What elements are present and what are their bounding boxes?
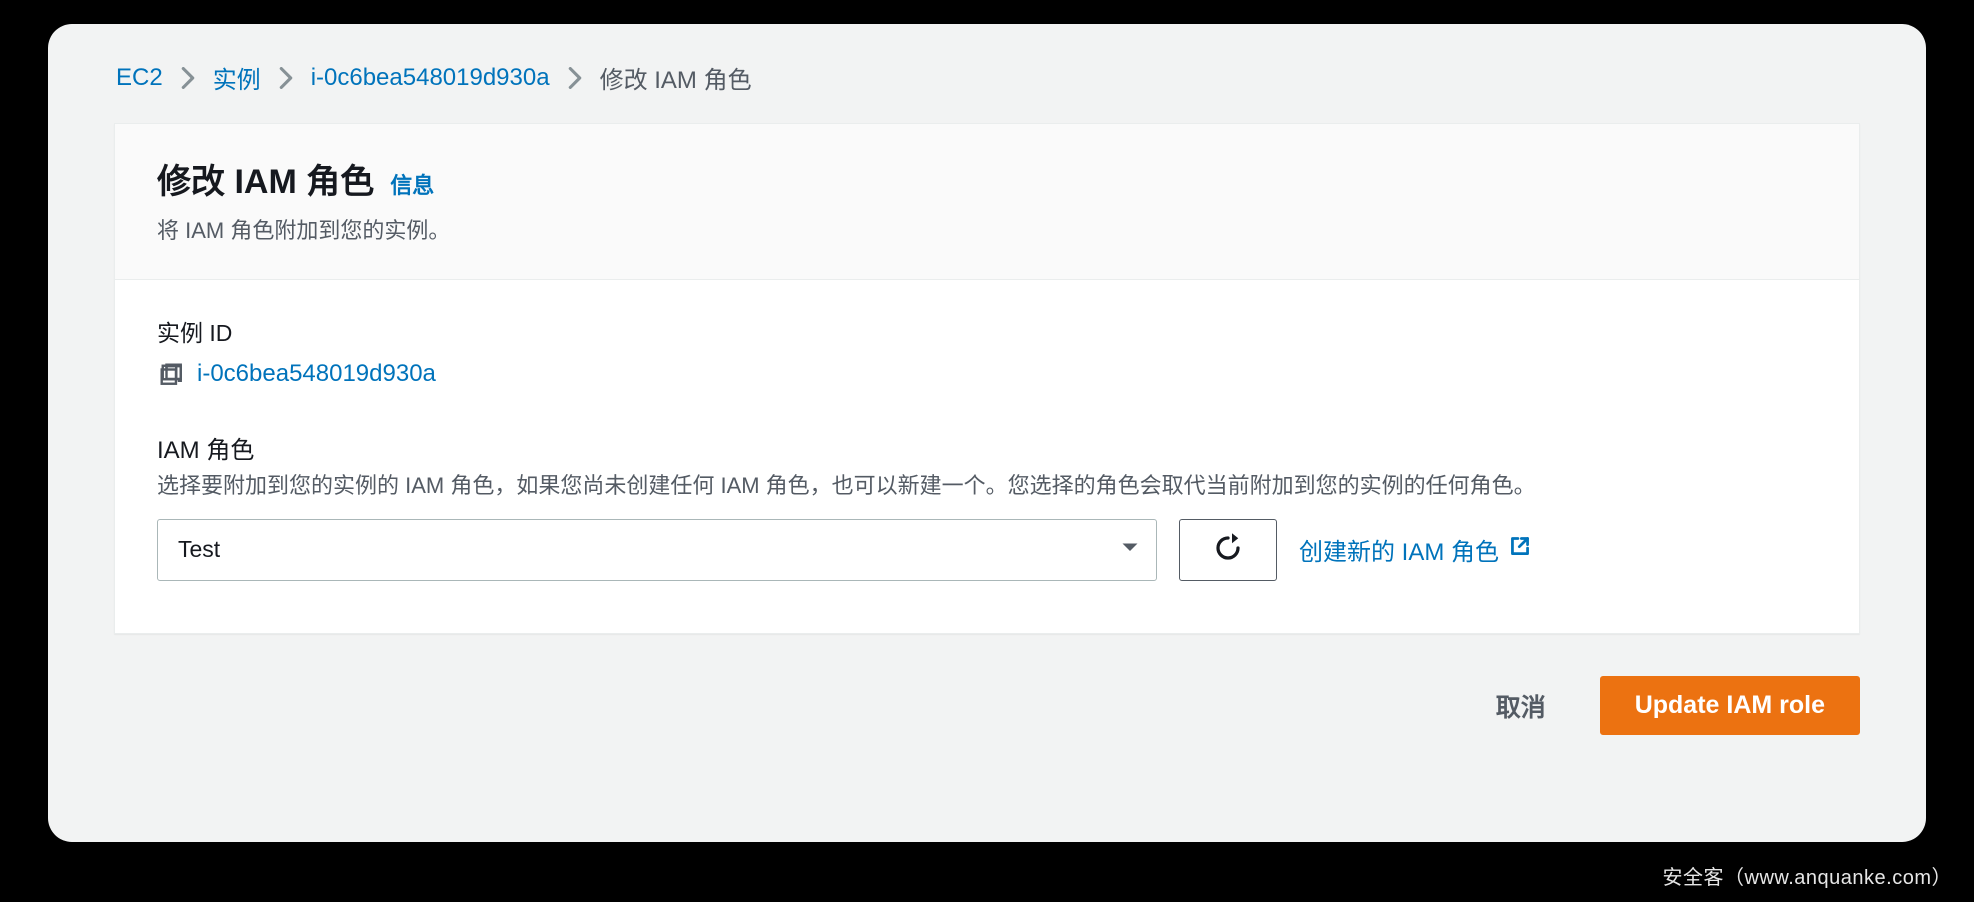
chevron-right-icon <box>568 67 582 89</box>
create-iam-role-link[interactable]: 创建新的 IAM 角色 <box>1299 532 1531 567</box>
window-frame: EC2 实例 i-0c6bea548019d930a 修改 IAM 角色 修改 … <box>48 24 1926 842</box>
iam-role-selected-value: Test <box>178 536 220 563</box>
instance-id-label: 实例 ID <box>157 314 1817 348</box>
create-iam-role-link-text: 创建新的 IAM 角色 <box>1299 532 1499 567</box>
iam-role-label: IAM 角色 <box>157 430 1817 465</box>
breadcrumb-link-ec2[interactable]: EC2 <box>116 64 163 92</box>
external-link-icon <box>1509 535 1531 564</box>
breadcrumb-link-instances[interactable]: 实例 <box>213 60 261 95</box>
page-title: 修改 IAM 角色 <box>157 154 374 203</box>
refresh-icon <box>1213 533 1243 566</box>
breadcrumb-link-instance-id[interactable]: i-0c6bea548019d930a <box>311 64 550 92</box>
iam-role-description: 选择要附加到您的实例的 IAM 角色，如果您尚未创建任何 IAM 角色，也可以新… <box>157 471 1817 501</box>
instance-id-link[interactable]: i-0c6bea548019d930a <box>197 360 436 388</box>
cancel-button[interactable]: 取消 <box>1460 672 1582 740</box>
chevron-right-icon <box>279 67 293 89</box>
breadcrumb: EC2 实例 i-0c6bea548019d930a 修改 IAM 角色 <box>114 60 1860 95</box>
chevron-right-icon <box>181 67 195 89</box>
main-panel: 修改 IAM 角色 信息 将 IAM 角色附加到您的实例。 实例 ID <box>114 123 1860 634</box>
panel-subtitle: 将 IAM 角色附加到您的实例。 <box>157 213 1817 245</box>
copy-icon[interactable] <box>157 360 185 388</box>
refresh-button[interactable] <box>1179 519 1277 581</box>
panel-header: 修改 IAM 角色 信息 将 IAM 角色附加到您的实例。 <box>115 124 1859 280</box>
update-iam-role-button[interactable]: Update IAM role <box>1600 676 1860 735</box>
info-link[interactable]: 信息 <box>390 168 434 200</box>
panel-body: 实例 ID i-0c6bea548019d930a IAM 角色 选择要附加到您… <box>115 280 1859 633</box>
watermark: 安全客（www.anquanke.com） <box>1663 861 1952 890</box>
footer-actions: 取消 Update IAM role <box>114 672 1860 740</box>
breadcrumb-current: 修改 IAM 角色 <box>600 60 752 95</box>
iam-role-select[interactable]: Test <box>157 519 1157 581</box>
